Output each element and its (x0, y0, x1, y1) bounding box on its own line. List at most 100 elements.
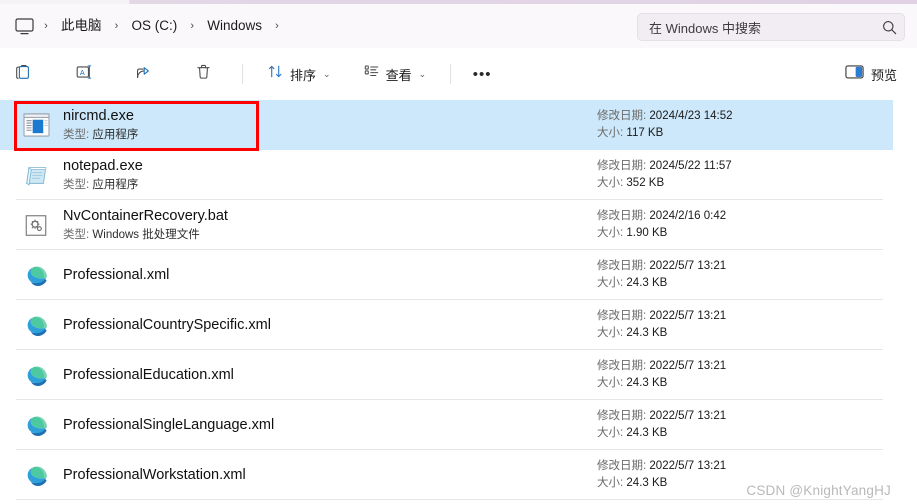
trash-icon (195, 63, 212, 86)
date-key: 修改日期: (597, 260, 647, 272)
file-name: ProfessionalCountrySpecific.xml (63, 316, 271, 333)
file-name-cell: nircmd.exe 类型: 应用程序 (56, 107, 593, 143)
type-key: 类型: (63, 179, 90, 191)
breadcrumb-separator-2[interactable]: › (184, 15, 200, 37)
file-size: 大小: 1.90 KB (597, 225, 893, 242)
file-name-cell: NvContainerRecovery.bat 类型: Windows 批处理文… (56, 207, 593, 243)
size-value: 24.3 KB (626, 327, 668, 339)
chevron-down-icon: ⌄ (323, 68, 331, 79)
svg-text:A: A (79, 68, 84, 77)
file-name-cell: notepad.exe 类型: 应用程序 (56, 157, 593, 193)
more-options-button[interactable]: ••• (465, 58, 499, 90)
share-icon (134, 63, 153, 86)
sort-label: 排序 (290, 67, 317, 83)
size-value: 1.90 KB (626, 227, 668, 239)
size-key: 大小: (597, 477, 624, 489)
date-value: 2024/2/16 0:42 (649, 210, 727, 222)
file-list: nircmd.exe 类型: 应用程序 修改日期: 2024/4/23 14:5… (0, 100, 917, 504)
file-meta-cell: 修改日期: 2024/2/16 0:42 大小: 1.90 KB (593, 208, 893, 242)
view-label: 查看 (385, 67, 412, 83)
table-row[interactable]: ProfessionalEducation.xml 修改日期: 2022/5/7… (0, 350, 893, 400)
file-type: 类型: Windows 批处理文件 (63, 227, 593, 243)
table-row[interactable]: nircmd.exe 类型: 应用程序 修改日期: 2024/4/23 14:5… (0, 100, 893, 150)
view-button[interactable]: 查看 ⌄ (357, 58, 433, 90)
date-key: 修改日期: (597, 110, 647, 122)
size-key: 大小: (597, 377, 624, 389)
edge-icon (0, 450, 56, 500)
file-size: 大小: 117 KB (597, 125, 893, 142)
date-value: 2024/5/22 11:57 (649, 160, 732, 172)
file-date: 修改日期: 2022/5/7 13:21 (597, 358, 893, 375)
preview-button[interactable]: 预览 (837, 58, 905, 90)
file-name: Professional.xml (63, 266, 170, 283)
chevron-down-icon: ⌄ (418, 68, 427, 79)
file-name: ProfessionalWorkstation.xml (63, 466, 246, 483)
size-value: 117 KB (626, 127, 664, 139)
file-meta-cell: 修改日期: 2022/5/7 13:21 大小: 24.3 KB (593, 308, 893, 342)
file-meta-cell: 修改日期: 2022/5/7 13:21 大小: 24.3 KB (593, 408, 893, 442)
size-key: 大小: (597, 227, 624, 239)
file-date: 修改日期: 2024/5/22 11:57 (597, 158, 893, 175)
command-bar: A 排序 ⌄ 查看 ⌄ ••• 预览 (0, 48, 917, 100)
file-meta-cell: 修改日期: 2024/5/22 11:57 大小: 352 KB (593, 158, 893, 192)
table-row[interactable]: Professional.xml 修改日期: 2022/5/7 13:21 大小… (0, 250, 893, 300)
file-type: 类型: 应用程序 (63, 177, 593, 193)
notepad-icon (0, 150, 56, 200)
date-value: 2022/5/7 13:21 (649, 360, 727, 372)
search-icon[interactable] (874, 20, 904, 35)
date-value: 2024/4/23 14:52 (649, 110, 733, 122)
edge-icon (0, 400, 56, 450)
batch-file-icon (0, 200, 56, 250)
breadcrumb-item-this-pc[interactable]: 此电脑 (54, 13, 109, 39)
file-date: 修改日期: 2022/5/7 13:21 (597, 408, 893, 425)
table-row[interactable]: ProfessionalCountrySpecific.xml 修改日期: 20… (0, 300, 893, 350)
table-row[interactable]: ProfessionalSingleLanguage.xml 修改日期: 202… (0, 400, 893, 450)
file-size: 大小: 24.3 KB (597, 275, 893, 292)
file-size: 大小: 24.3 KB (597, 375, 893, 392)
file-type: 类型: 应用程序 (63, 127, 593, 143)
table-row[interactable]: notepad.exe 类型: 应用程序 修改日期: 2024/5/22 11:… (0, 150, 893, 200)
breadcrumb-item-os-c[interactable]: OS (C:) (125, 13, 185, 39)
edge-icon (0, 250, 56, 300)
file-name-cell: ProfessionalEducation.xml (56, 366, 593, 385)
file-name-cell: ProfessionalWorkstation.xml (56, 466, 593, 485)
table-row[interactable]: NvContainerRecovery.bat 类型: Windows 批处理文… (0, 200, 893, 250)
date-value: 2022/5/7 13:21 (649, 310, 727, 322)
date-value: 2022/5/7 13:21 (649, 410, 727, 422)
share-button[interactable] (126, 58, 160, 90)
search-box[interactable]: 在 Windows 中搜索 (637, 13, 905, 41)
toolbar-divider-1 (242, 64, 243, 84)
file-name: notepad.exe (63, 158, 143, 174)
copy-button[interactable] (6, 58, 40, 90)
monitor-icon[interactable] (10, 12, 38, 40)
breadcrumb-separator-1[interactable]: › (109, 15, 125, 37)
sort-button[interactable]: 排序 ⌄ (261, 58, 337, 90)
date-value: 2022/5/7 13:21 (649, 260, 727, 272)
file-date: 修改日期: 2022/5/7 13:21 (597, 308, 893, 325)
row-divider (16, 499, 883, 500)
rename-button[interactable]: A (66, 58, 100, 90)
delete-button[interactable] (186, 58, 220, 90)
file-date: 修改日期: 2022/5/7 13:21 (597, 258, 893, 275)
breadcrumb-item-windows[interactable]: Windows (200, 13, 269, 39)
file-meta-cell: 修改日期: 2022/5/7 13:21 大小: 24.3 KB (593, 258, 893, 292)
breadcrumb-separator-3[interactable]: › (269, 15, 285, 37)
file-date: 修改日期: 2022/5/7 13:21 (597, 458, 893, 475)
size-value: 24.3 KB (626, 377, 668, 389)
file-name-cell: ProfessionalCountrySpecific.xml (56, 316, 593, 335)
file-meta-cell: 修改日期: 2022/5/7 13:21 大小: 24.3 KB (593, 358, 893, 392)
file-meta-cell: 修改日期: 2024/4/23 14:52 大小: 117 KB (593, 108, 893, 142)
search-input-placeholder[interactable]: 在 Windows 中搜索 (638, 18, 874, 37)
type-key: 类型: (63, 229, 90, 241)
file-size: 大小: 24.3 KB (597, 325, 893, 342)
breadcrumb-separator-0[interactable]: › (38, 15, 54, 37)
size-value: 352 KB (626, 177, 665, 189)
date-key: 修改日期: (597, 460, 647, 472)
size-key: 大小: (597, 177, 624, 189)
sort-icon (267, 63, 284, 85)
size-value: 24.3 KB (626, 477, 668, 489)
file-name-cell: Professional.xml (56, 266, 593, 285)
date-key: 修改日期: (597, 210, 647, 222)
type-key: 类型: (63, 129, 90, 141)
ellipsis-icon: ••• (472, 65, 492, 83)
